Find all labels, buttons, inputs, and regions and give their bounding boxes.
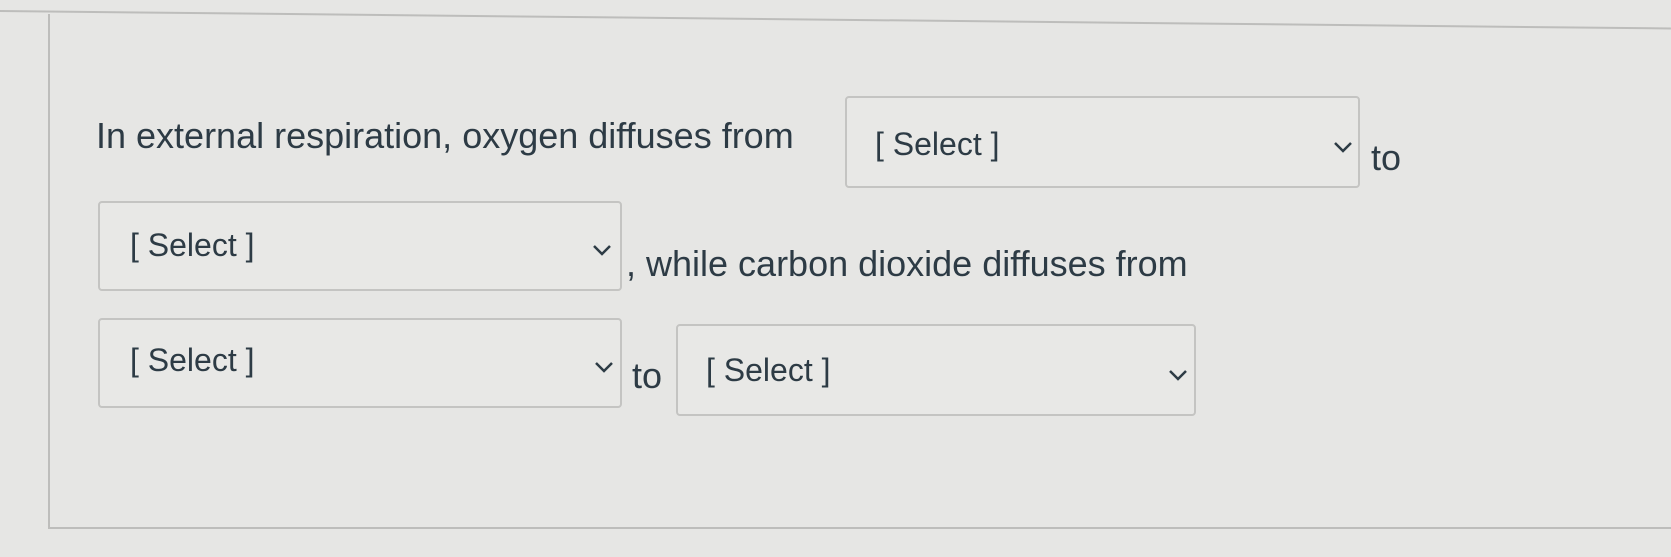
dropdown-value: [ Select ] — [706, 352, 831, 388]
dropdown-co2-to[interactable]: [ Select ] — [676, 324, 1196, 416]
dropdown-co2-from[interactable]: [ Select ] — [98, 318, 622, 408]
chevron-down-icon — [1168, 368, 1188, 382]
quiz-page: In external respiration, oxygen diffuses… — [0, 0, 1671, 557]
chevron-down-icon — [594, 360, 614, 374]
question-text-part1: In external respiration, oxygen diffuses… — [96, 115, 794, 156]
question-text-part4: to — [632, 355, 663, 396]
chevron-down-icon — [592, 243, 612, 257]
question-text-part3: , while carbon dioxide diffuses from — [626, 243, 1188, 284]
dropdown-oxygen-from[interactable]: [ Select ] — [845, 96, 1360, 188]
dropdown-oxygen-to[interactable]: [ Select ] — [98, 201, 622, 291]
chevron-down-icon — [1333, 140, 1353, 154]
dropdown-value: [ Select ] — [875, 126, 1000, 162]
question-text-part2: to — [1371, 137, 1402, 178]
dropdown-value: [ Select ] — [130, 342, 255, 378]
dropdown-value: [ Select ] — [130, 227, 255, 263]
